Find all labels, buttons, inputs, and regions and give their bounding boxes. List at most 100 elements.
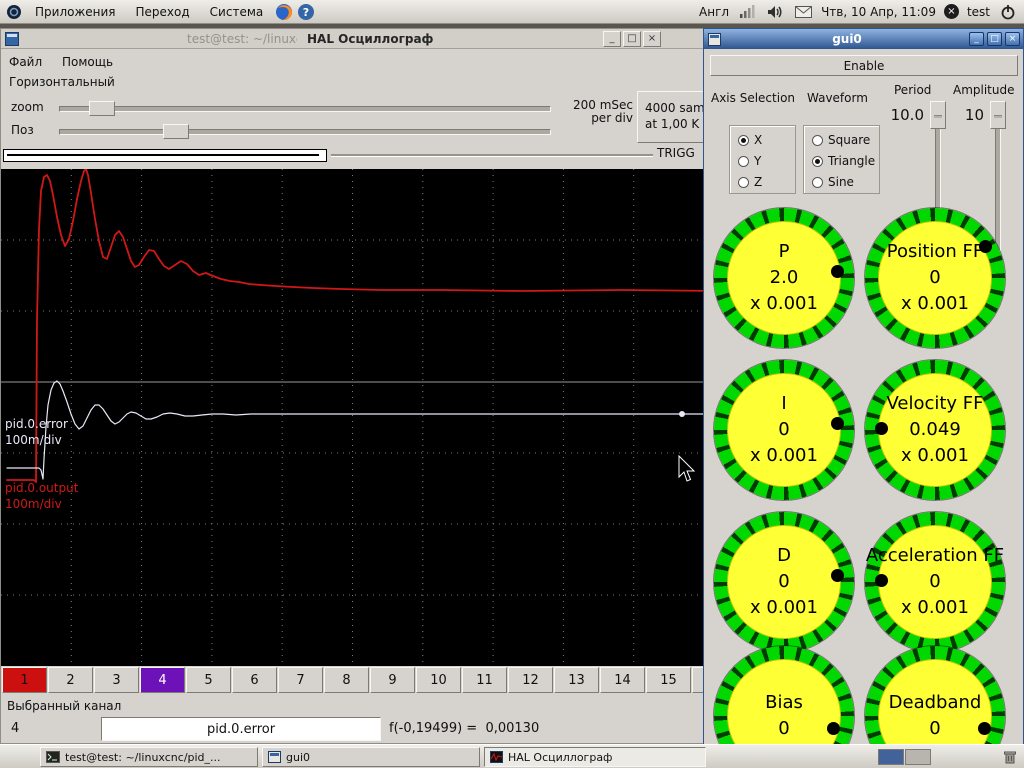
close-button[interactable]: × [643,31,661,47]
channel-button-6[interactable]: 6 [232,667,277,693]
amplitude-slider[interactable] [990,101,1006,251]
knob-indicator-dot [978,722,991,735]
error-trace-scale: 100m/div [5,433,62,447]
channel-button-5[interactable]: 5 [186,667,231,693]
menu-applications[interactable]: Приложения [26,2,125,22]
knob-value: 0 [778,419,790,440]
knob-scale: x 0.001 [901,293,969,314]
channel-button-11[interactable]: 11 [462,667,507,693]
menu-places[interactable]: Переход [127,2,199,22]
channel-button-8[interactable]: 8 [324,667,369,693]
knob-acceleration-ff[interactable]: Acceleration FF 0 x 0.001 [865,512,1005,652]
knob-name: P [778,241,790,262]
gui0-maximize-button[interactable]: □ [987,32,1002,46]
radio-dot [812,134,823,146]
knob-i[interactable]: I 0 x 0.001 [714,360,854,500]
radio-waveform-sine[interactable]: Sine [812,175,854,189]
menu-system[interactable]: Система [201,2,273,22]
amplitude-label: Amplitude [953,83,1015,97]
period-value: 10.0 [890,106,924,124]
radio-dot [812,155,823,167]
channel-button-1[interactable]: 1 [2,667,47,693]
taskbar-item-gui0[interactable]: gui0 [262,747,480,767]
workspace-2[interactable] [905,749,931,765]
volume-icon[interactable] [765,2,785,22]
knob-indicator-dot [831,265,844,278]
mail-icon[interactable] [793,2,813,22]
taskbar-item-halscope[interactable]: HAL Осциллограф [484,747,706,767]
period-slider-handle[interactable] [930,101,946,129]
keyboard-layout-indicator[interactable]: Англ [699,5,729,19]
position-label: Поз [11,123,34,137]
radio-dot [738,176,749,188]
knob-position-ff[interactable]: Position FF 0 x 0.001 [865,208,1005,348]
axis-selection-label: Axis Selection [711,91,796,105]
record-groove [331,154,653,157]
user-switcher-icon[interactable]: × [943,4,959,19]
knob-value: 0 [778,718,790,739]
record-position-bar[interactable] [3,149,327,162]
radio-dot [738,134,749,146]
network-signal-icon[interactable] [737,2,757,22]
menu-file[interactable]: Файл [1,53,50,71]
scope-titlebar[interactable]: test@test: ~/linuxcnc/pid_tunin HAL Осци… [1,29,704,49]
channel-button-4[interactable]: 4 [140,667,185,693]
gui0-titlebar[interactable]: gui0 _ □ × [704,29,1023,49]
channel-button-2[interactable]: 2 [48,667,93,693]
knob-deadband[interactable]: Deadband 0 [865,646,1005,744]
help-icon[interactable]: ? [296,2,316,22]
channel-button-9[interactable]: 9 [370,667,415,693]
knob-velocity-ff[interactable]: Velocity FF 0.049 x 0.001 [865,360,1005,500]
period-label: Period [894,83,932,97]
selected-channel-label: Выбранный канал [7,699,122,713]
window-icon [5,32,19,49]
zoom-slider-handle[interactable] [89,101,115,116]
channel-button-15[interactable]: 15 [646,667,691,693]
radio-axis-y[interactable]: Y [738,154,761,168]
channel-button-10[interactable]: 10 [416,667,461,693]
channel-button-12[interactable]: 12 [508,667,553,693]
gui0-body: Enable Axis Selection Waveform Period Am… [704,49,1023,744]
enable-button[interactable]: Enable [710,55,1018,76]
channel-button-3[interactable]: 3 [94,667,139,693]
knob-scale: x 0.001 [750,445,818,466]
knob-p[interactable]: P 2.0 x 0.001 [714,208,854,348]
clock[interactable]: Чтв, 10 Апр, 11:09 [821,5,936,19]
knob-indicator-dot [875,422,888,435]
power-icon[interactable] [998,2,1018,22]
channel-button-13[interactable]: 13 [554,667,599,693]
gui0-minimize-button[interactable]: _ [969,32,984,46]
minimize-button[interactable]: _ [603,31,621,47]
main-menu-icon[interactable] [4,2,24,22]
knob-value: 0 [929,718,941,739]
zoom-slider[interactable] [59,106,551,112]
firefox-icon[interactable] [274,2,294,22]
knob-name: Bias [765,692,803,713]
channel-button-14[interactable]: 14 [600,667,645,693]
gui0-close-button[interactable]: × [1005,32,1020,46]
channel-source-entry[interactable]: pid.0.error [101,717,381,741]
radio-waveform-square[interactable]: Square [812,133,870,147]
workspace-1[interactable] [878,749,904,765]
knob-value: 0.049 [909,419,961,440]
radio-axis-z[interactable]: Z [738,175,762,189]
maximize-button[interactable]: □ [623,31,641,47]
amplitude-slider-handle[interactable] [990,101,1006,129]
knob-bias[interactable]: Bias 0 [714,646,854,744]
taskbar-item-terminal[interactable]: test@test: ~/linuxcnc/pid_... [40,747,258,767]
trash-icon[interactable] [1002,749,1018,768]
user-name[interactable]: test [967,5,990,19]
position-slider-handle[interactable] [163,124,189,139]
gui0-window: gui0 _ □ × Enable Axis Selection Wavefor… [703,28,1024,745]
menu-help[interactable]: Помощь [54,53,121,71]
radio-axis-x[interactable]: X [738,133,762,147]
knob-name: D [777,545,791,566]
knob-d[interactable]: D 0 x 0.001 [714,512,854,652]
channel-button-7[interactable]: 7 [278,667,323,693]
knob-name: Deadband [888,692,982,713]
error-trace-name: pid.0.error [5,417,68,431]
waveform-label: Waveform [807,91,868,105]
radio-waveform-triangle[interactable]: Triangle [812,154,875,168]
top-panel: Приложения Переход Система ? Англ Чтв, 1… [0,0,1024,24]
position-slider[interactable] [59,129,551,135]
